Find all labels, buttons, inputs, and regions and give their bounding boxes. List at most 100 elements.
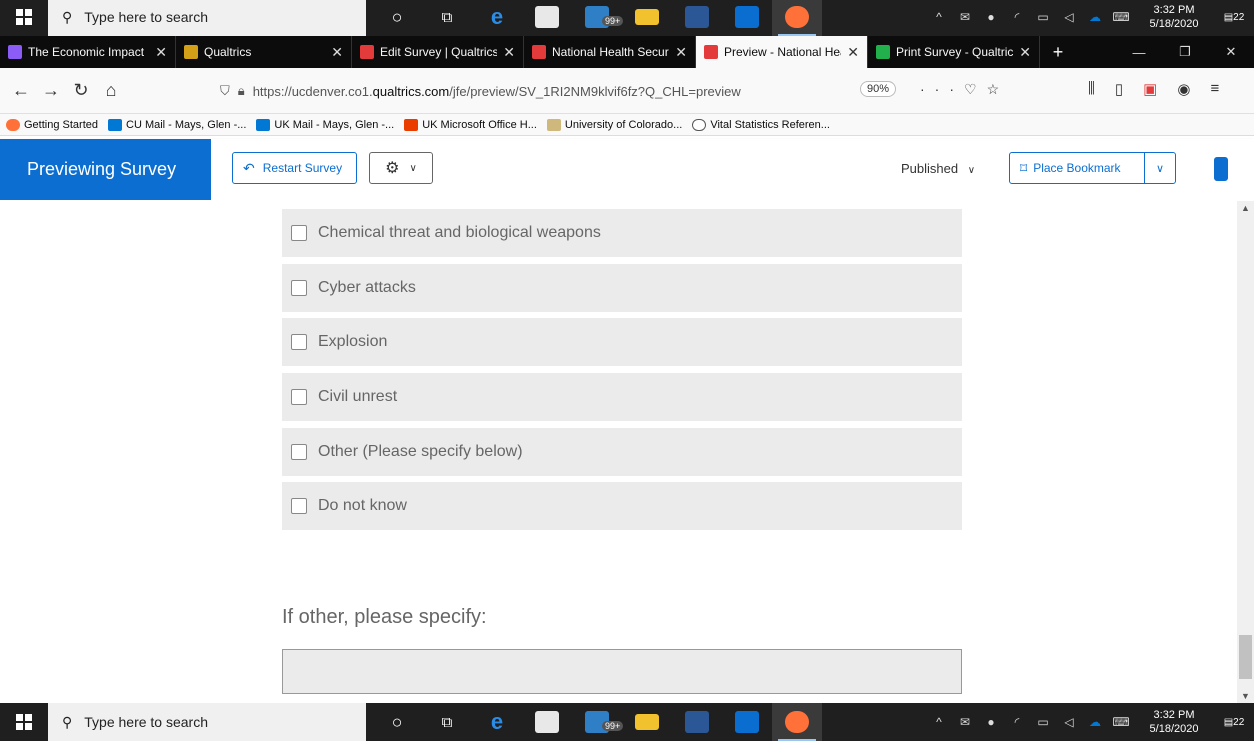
option-chemical[interactable]: Chemical threat and biological weapons	[282, 209, 962, 257]
cortana-icon[interactable]: ○	[372, 703, 422, 741]
firefox-icon[interactable]	[772, 703, 822, 741]
bookmark-uk-mail[interactable]: UK Mail - Mays, Glen -...	[256, 118, 394, 131]
onedrive-icon[interactable]: ☁	[1082, 10, 1108, 24]
option-other[interactable]: Other (Please specify below)	[282, 428, 962, 476]
bookmark-uk-office[interactable]: UK Microsoft Office H...	[404, 118, 537, 131]
battery-icon[interactable]: ▭	[1030, 715, 1056, 729]
option-civil-unrest[interactable]: Civil unrest	[282, 373, 962, 421]
other-specify-input[interactable]	[282, 649, 962, 694]
volume-icon[interactable]: ◁	[1056, 715, 1082, 729]
account-icon[interactable]: ◉	[1177, 80, 1190, 98]
chevron-up-icon[interactable]: ^	[926, 10, 952, 24]
option-do-not-know[interactable]: Do not know	[282, 482, 962, 530]
notification-icon[interactable]: ▤ 22	[1214, 717, 1254, 728]
word-icon[interactable]	[672, 703, 722, 741]
new-tab-button[interactable]: +	[1040, 36, 1076, 68]
published-dropdown[interactable]: Published ∨	[901, 161, 975, 176]
checkbox[interactable]	[291, 444, 307, 460]
lock-icon[interactable]: 🔒︎	[238, 83, 245, 99]
tab-national-health[interactable]: National Health Secur ✕	[524, 36, 696, 68]
wifi-icon[interactable]: ◜	[1004, 715, 1030, 729]
bookmark-vital-statistics[interactable]: Vital Statistics Referen...	[692, 118, 830, 131]
wifi-icon[interactable]: ◜	[1004, 10, 1030, 24]
outlook-icon[interactable]	[722, 0, 772, 36]
place-bookmark-button[interactable]: ⌑ Place Bookmark ∨	[1009, 152, 1176, 184]
mail-icon[interactable]: 99+	[572, 0, 624, 36]
star-icon[interactable]: ☆	[987, 81, 1010, 97]
task-view-icon[interactable]: ⧉	[422, 703, 472, 741]
scrollbar-thumb[interactable]	[1239, 635, 1252, 679]
page-actions-icon[interactable]: ···	[920, 81, 964, 97]
battery-icon[interactable]: ▭	[1030, 10, 1056, 24]
mobile-view-icon[interactable]	[1214, 157, 1228, 181]
option-explosion[interactable]: Explosion	[282, 318, 962, 366]
shield-icon[interactable]: ⛉	[220, 83, 230, 99]
keyboard-icon[interactable]: ⌨	[1108, 10, 1134, 24]
checkbox[interactable]	[291, 498, 307, 514]
word-icon[interactable]	[672, 0, 722, 36]
chevron-up-icon[interactable]: ^	[926, 715, 952, 729]
forward-arrow-icon[interactable]: →	[36, 80, 66, 101]
tab-edit-survey[interactable]: Edit Survey | Qualtrics ✕	[352, 36, 524, 68]
outlook-icon[interactable]	[722, 703, 772, 741]
pocket-toolbar-icon[interactable]: ▣	[1143, 80, 1157, 98]
edge-icon[interactable]: e	[472, 0, 522, 36]
notification-icon[interactable]: ▤ 22	[1214, 12, 1254, 23]
close-tab-icon[interactable]: ✕	[1019, 44, 1031, 61]
option-cyber[interactable]: Cyber attacks	[282, 264, 962, 312]
tab-qualtrics[interactable]: Qualtrics ✕	[176, 36, 352, 68]
taskbar-search-input[interactable]: ⚲ Type here to search	[48, 703, 366, 741]
tray-mail-icon[interactable]: ✉	[952, 10, 978, 24]
restart-survey-button[interactable]: ↶ Restart Survey	[232, 152, 357, 184]
onedrive-icon[interactable]: ☁	[1082, 715, 1108, 729]
scroll-up-icon[interactable]: ▲	[1241, 203, 1250, 213]
library-icon[interactable]: ⫼	[1088, 80, 1095, 98]
checkbox[interactable]	[291, 225, 307, 241]
clock[interactable]: 3:32 PM 5/18/2020	[1134, 3, 1214, 31]
close-tab-icon[interactable]: ✕	[155, 44, 167, 61]
url-bar[interactable]: ⛉ 🔒︎ https://ucdenver.co1. qualtrics.com /…	[220, 76, 1004, 106]
tray-app-icon[interactable]: ●	[978, 715, 1004, 729]
close-tab-icon[interactable]: ✕	[847, 44, 859, 61]
restore-icon[interactable]: ❐	[1162, 36, 1208, 68]
file-explorer-icon[interactable]	[622, 0, 672, 36]
home-icon[interactable]: ⌂	[96, 80, 126, 101]
scroll-down-icon[interactable]: ▼	[1241, 691, 1250, 701]
checkbox[interactable]	[291, 334, 307, 350]
keyboard-icon[interactable]: ⌨	[1108, 715, 1134, 729]
tray-mail-icon[interactable]: ✉	[952, 715, 978, 729]
close-window-icon[interactable]: ✕	[1208, 36, 1254, 68]
settings-dropdown-button[interactable]: ⚙ ∨	[369, 152, 433, 184]
volume-icon[interactable]: ◁	[1056, 10, 1082, 24]
checkbox[interactable]	[291, 280, 307, 296]
minimize-icon[interactable]: —	[1116, 36, 1162, 68]
firefox-icon[interactable]	[772, 0, 822, 36]
task-view-icon[interactable]: ⧉	[422, 0, 472, 36]
page-scrollbar[interactable]: ▲ ▼	[1237, 201, 1254, 703]
tray-app-icon[interactable]: ●	[978, 10, 1004, 24]
edge-icon[interactable]: e	[472, 703, 522, 741]
pocket-icon[interactable]: ♡	[964, 81, 987, 97]
store-icon[interactable]	[522, 0, 572, 36]
zoom-level[interactable]: 90%	[860, 81, 897, 97]
reload-icon[interactable]: ↻	[66, 80, 96, 101]
tab-preview-active[interactable]: Preview - National Hea ✕	[696, 36, 868, 68]
windows-start-icon[interactable]	[0, 0, 48, 36]
close-tab-icon[interactable]: ✕	[675, 44, 687, 61]
file-explorer-icon[interactable]	[622, 703, 672, 741]
tab-print-survey[interactable]: Print Survey - Qualtric ✕	[868, 36, 1040, 68]
tab-economic-impact[interactable]: The Economic Impact ✕	[0, 36, 176, 68]
store-icon[interactable]	[522, 703, 572, 741]
close-tab-icon[interactable]: ✕	[503, 44, 515, 61]
taskbar-search-input[interactable]: ⚲ Type here to search	[48, 0, 366, 36]
cortana-icon[interactable]: ○	[372, 0, 422, 36]
close-tab-icon[interactable]: ✕	[331, 44, 343, 61]
back-arrow-icon[interactable]: ←	[6, 80, 36, 101]
menu-icon[interactable]: ≡	[1210, 80, 1219, 98]
bookmark-getting-started[interactable]: Getting Started	[6, 118, 98, 131]
clock[interactable]: 3:32 PM 5/18/2020	[1134, 708, 1214, 736]
bookmark-university-colorado[interactable]: University of Colorado...	[546, 118, 682, 131]
checkbox[interactable]	[291, 389, 307, 405]
mail-icon[interactable]: 99+	[572, 703, 624, 741]
sidebar-icon[interactable]: ▯	[1115, 80, 1123, 98]
